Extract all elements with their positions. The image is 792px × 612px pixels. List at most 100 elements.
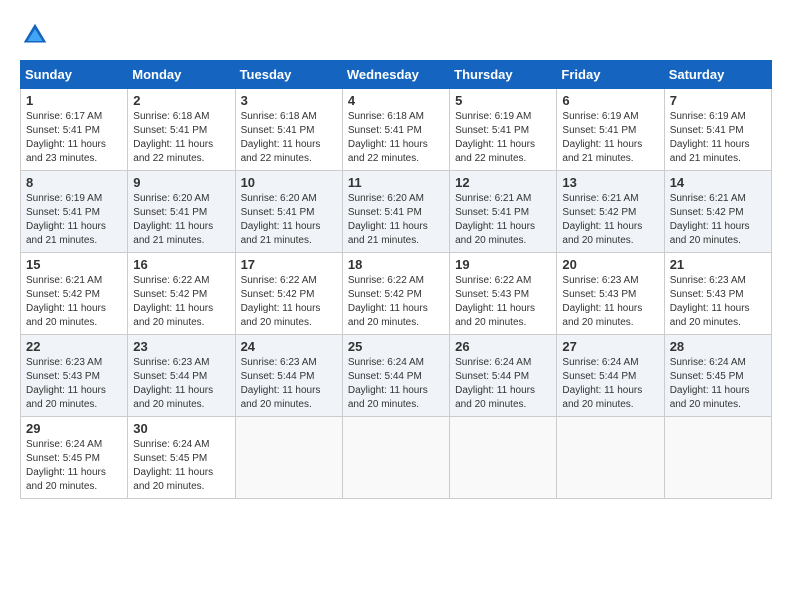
day-info: Sunrise: 6:21 AMSunset: 5:42 PMDaylight:… — [26, 274, 122, 330]
calendar-cell: 21 Sunrise: 6:23 AMSunset: 5:43 PMDayligh… — [664, 253, 771, 335]
calendar-cell: 14 Sunrise: 6:21 AMSunset: 5:42 PMDayligh… — [664, 171, 771, 253]
calendar-cell: 11 Sunrise: 6:20 AMSunset: 5:41 PMDayligh… — [342, 171, 449, 253]
calendar-cell: 12 Sunrise: 6:21 AMSunset: 5:41 PMDayligh… — [450, 171, 557, 253]
day-info: Sunrise: 6:20 AMSunset: 5:41 PMDaylight:… — [348, 192, 444, 248]
header-cell-monday: Monday — [128, 61, 235, 89]
calendar-cell: 9Sunrise: 6:20 AMSunset: 5:41 PMDaylight… — [128, 171, 235, 253]
day-info: Sunrise: 6:19 AMSunset: 5:41 PMDaylight:… — [455, 110, 551, 166]
calendar-body: 1 Sunrise: 6:17 AMSunset: 5:41 PMDaylight… — [21, 89, 772, 499]
day-info: Sunrise: 6:22 AMSunset: 5:42 PMDaylight:… — [348, 274, 444, 330]
day-info: Sunrise: 6:21 AMSunset: 5:41 PMDaylight:… — [455, 192, 551, 248]
day-number: 15 — [26, 257, 122, 272]
day-number: 7 — [670, 93, 766, 108]
calendar-cell: 7 Sunrise: 6:19 AMSunset: 5:41 PMDaylight… — [664, 89, 771, 171]
day-number: 14 — [670, 175, 766, 190]
calendar-cell — [557, 417, 664, 499]
calendar-cell: 29 Sunrise: 6:24 AMSunset: 5:45 PMDayligh… — [21, 417, 128, 499]
day-number: 3 — [241, 93, 337, 108]
day-info: Sunrise: 6:22 AMSunset: 5:42 PMDaylight:… — [241, 274, 337, 330]
day-info: Sunrise: 6:24 AMSunset: 5:44 PMDaylight:… — [455, 356, 551, 412]
day-number: 29 — [26, 421, 122, 436]
day-info: Sunrise: 6:17 AMSunset: 5:41 PMDaylight:… — [26, 110, 122, 166]
day-number: 5 — [455, 93, 551, 108]
calendar-cell: 28 Sunrise: 6:24 AMSunset: 5:45 PMDayligh… — [664, 335, 771, 417]
day-number: 23 — [133, 339, 229, 354]
day-number: 12 — [455, 175, 551, 190]
day-number: 11 — [348, 175, 444, 190]
day-number: 4 — [348, 93, 444, 108]
calendar-week-4: 29 Sunrise: 6:24 AMSunset: 5:45 PMDayligh… — [21, 417, 772, 499]
day-info: Sunrise: 6:23 AMSunset: 5:43 PMDaylight:… — [26, 356, 122, 412]
calendar-cell — [450, 417, 557, 499]
day-info: Sunrise: 6:24 AMSunset: 5:45 PMDaylight:… — [26, 438, 122, 494]
calendar-cell: 1 Sunrise: 6:17 AMSunset: 5:41 PMDaylight… — [21, 89, 128, 171]
calendar-header: SundayMondayTuesdayWednesdayThursdayFrid… — [21, 61, 772, 89]
calendar-cell: 30Sunrise: 6:24 AMSunset: 5:45 PMDayligh… — [128, 417, 235, 499]
day-info: Sunrise: 6:23 AMSunset: 5:43 PMDaylight:… — [562, 274, 658, 330]
calendar-week-2: 15 Sunrise: 6:21 AMSunset: 5:42 PMDayligh… — [21, 253, 772, 335]
day-number: 26 — [455, 339, 551, 354]
day-number: 2 — [133, 93, 229, 108]
day-number: 10 — [241, 175, 337, 190]
day-info: Sunrise: 6:18 AMSunset: 5:41 PMDaylight:… — [348, 110, 444, 166]
header-row: SundayMondayTuesdayWednesdayThursdayFrid… — [21, 61, 772, 89]
logo — [20, 20, 54, 50]
calendar-week-1: 8 Sunrise: 6:19 AMSunset: 5:41 PMDaylight… — [21, 171, 772, 253]
calendar-cell: 26 Sunrise: 6:24 AMSunset: 5:44 PMDayligh… — [450, 335, 557, 417]
calendar-cell: 3 Sunrise: 6:18 AMSunset: 5:41 PMDaylight… — [235, 89, 342, 171]
calendar-cell — [342, 417, 449, 499]
calendar-cell: 10 Sunrise: 6:20 AMSunset: 5:41 PMDayligh… — [235, 171, 342, 253]
calendar-cell: 2 Sunrise: 6:18 AMSunset: 5:41 PMDaylight… — [128, 89, 235, 171]
day-number: 28 — [670, 339, 766, 354]
page-header — [20, 20, 772, 50]
calendar-cell — [235, 417, 342, 499]
calendar-cell: 5 Sunrise: 6:19 AMSunset: 5:41 PMDaylight… — [450, 89, 557, 171]
day-number: 21 — [670, 257, 766, 272]
day-number: 19 — [455, 257, 551, 272]
day-info: Sunrise: 6:19 AMSunset: 5:41 PMDaylight:… — [26, 192, 122, 248]
day-number: 17 — [241, 257, 337, 272]
day-number: 9 — [133, 175, 229, 190]
day-info: Sunrise: 6:22 AMSunset: 5:43 PMDaylight:… — [455, 274, 551, 330]
day-number: 18 — [348, 257, 444, 272]
header-cell-wednesday: Wednesday — [342, 61, 449, 89]
day-info: Sunrise: 6:21 AMSunset: 5:42 PMDaylight:… — [562, 192, 658, 248]
day-info: Sunrise: 6:19 AMSunset: 5:41 PMDaylight:… — [562, 110, 658, 166]
day-info: Sunrise: 6:22 AMSunset: 5:42 PMDaylight:… — [133, 274, 229, 330]
day-number: 16 — [133, 257, 229, 272]
day-info: Sunrise: 6:21 AMSunset: 5:42 PMDaylight:… — [670, 192, 766, 248]
header-cell-saturday: Saturday — [664, 61, 771, 89]
calendar-cell: 13 Sunrise: 6:21 AMSunset: 5:42 PMDayligh… — [557, 171, 664, 253]
day-number: 1 — [26, 93, 122, 108]
day-info: Sunrise: 6:20 AMSunset: 5:41 PMDaylight:… — [241, 192, 337, 248]
day-number: 30 — [133, 421, 229, 436]
day-number: 13 — [562, 175, 658, 190]
day-info: Sunrise: 6:18 AMSunset: 5:41 PMDaylight:… — [133, 110, 229, 166]
day-info: Sunrise: 6:18 AMSunset: 5:41 PMDaylight:… — [241, 110, 337, 166]
day-info: Sunrise: 6:19 AMSunset: 5:41 PMDaylight:… — [670, 110, 766, 166]
day-number: 25 — [348, 339, 444, 354]
logo-icon — [20, 20, 50, 50]
calendar-cell: 8 Sunrise: 6:19 AMSunset: 5:41 PMDaylight… — [21, 171, 128, 253]
day-number: 27 — [562, 339, 658, 354]
day-info: Sunrise: 6:23 AMSunset: 5:44 PMDaylight:… — [133, 356, 229, 412]
day-info: Sunrise: 6:23 AMSunset: 5:43 PMDaylight:… — [670, 274, 766, 330]
calendar-cell: 20 Sunrise: 6:23 AMSunset: 5:43 PMDayligh… — [557, 253, 664, 335]
day-number: 20 — [562, 257, 658, 272]
calendar-cell: 19 Sunrise: 6:22 AMSunset: 5:43 PMDayligh… — [450, 253, 557, 335]
calendar-cell: 27 Sunrise: 6:24 AMSunset: 5:44 PMDayligh… — [557, 335, 664, 417]
calendar-week-0: 1 Sunrise: 6:17 AMSunset: 5:41 PMDaylight… — [21, 89, 772, 171]
calendar-cell — [664, 417, 771, 499]
header-cell-friday: Friday — [557, 61, 664, 89]
header-cell-sunday: Sunday — [21, 61, 128, 89]
day-info: Sunrise: 6:24 AMSunset: 5:45 PMDaylight:… — [670, 356, 766, 412]
day-number: 24 — [241, 339, 337, 354]
header-cell-tuesday: Tuesday — [235, 61, 342, 89]
day-info: Sunrise: 6:24 AMSunset: 5:44 PMDaylight:… — [562, 356, 658, 412]
calendar-cell: 15 Sunrise: 6:21 AMSunset: 5:42 PMDayligh… — [21, 253, 128, 335]
day-number: 8 — [26, 175, 122, 190]
day-number: 6 — [562, 93, 658, 108]
header-cell-thursday: Thursday — [450, 61, 557, 89]
day-info: Sunrise: 6:24 AMSunset: 5:44 PMDaylight:… — [348, 356, 444, 412]
calendar-cell: 6 Sunrise: 6:19 AMSunset: 5:41 PMDaylight… — [557, 89, 664, 171]
